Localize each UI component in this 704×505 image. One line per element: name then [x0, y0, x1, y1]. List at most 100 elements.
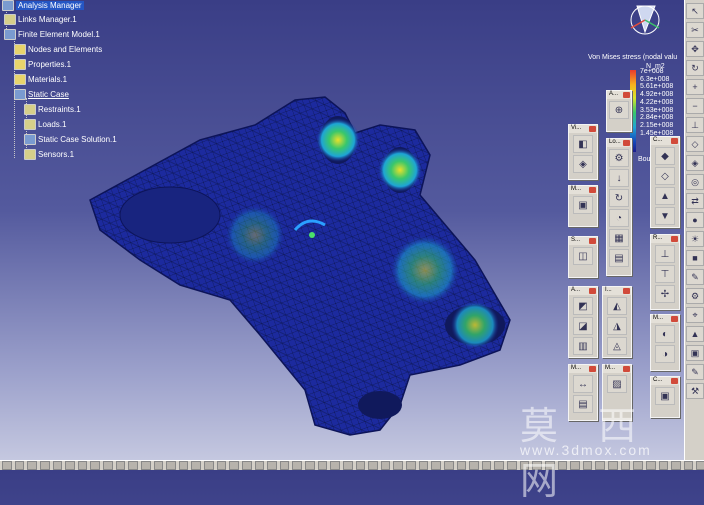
adapt-icon[interactable]: ◩: [573, 297, 593, 315]
moment-icon[interactable]: ↻: [609, 189, 629, 207]
image-icon[interactable]: ◧: [573, 135, 593, 153]
material-icon[interactable]: ●: [686, 212, 704, 228]
compute-icon[interactable]: ◫: [573, 247, 593, 265]
meshed-part-viewport[interactable]: [80, 85, 550, 465]
tree-label: Restraints.1: [38, 105, 81, 114]
toolbar-title: Lo...: [607, 139, 631, 147]
zoom-icon[interactable]: ⊕: [609, 101, 629, 119]
animate-icon[interactable]: ◈: [573, 155, 593, 173]
close-icon[interactable]: [623, 288, 630, 294]
displacement-icon[interactable]: ◬: [607, 337, 627, 355]
toolbar-restraints[interactable]: R... ⊥ ⊤ ✢: [650, 234, 680, 310]
toolbar-analysis[interactable]: A... ⊕: [606, 90, 632, 132]
material-icon[interactable]: ◑: [655, 345, 675, 363]
tree-node-analysis-manager[interactable]: Analysis Manager: [2, 0, 84, 11]
edit-icon[interactable]: ✎: [686, 364, 704, 380]
toolbar-solve[interactable]: S... ◫: [568, 236, 598, 278]
right-toolbar: ↖ ✂ ✥ ↻ + − ⊥ ◇ ◈ ◎ ⇄ ● ☀ ■ ✎ ⚙ ⌖ ▲ ▣ ✎ …: [684, 0, 704, 460]
tree-node-restraints[interactable]: Restraints.1: [24, 104, 81, 115]
tree-node-finite-element-model[interactable]: Finite Element Model.1: [4, 29, 100, 40]
close-icon[interactable]: [623, 366, 630, 372]
toolbar-connections[interactable]: C... ◆ ◇ ▲ ▼: [650, 136, 680, 228]
legend-title: Von Mises stress (nodal valu: [588, 54, 678, 61]
tree-node-sensors[interactable]: Sensors.1: [24, 149, 74, 160]
cut-icon[interactable]: ✂: [686, 22, 704, 38]
report-icon[interactable]: ▥: [573, 337, 593, 355]
close-icon[interactable]: [589, 288, 596, 294]
slider-icon[interactable]: ▼: [655, 207, 675, 225]
isostatic-icon[interactable]: ✢: [655, 285, 675, 303]
sketch-icon[interactable]: ✎: [686, 269, 704, 285]
lighting-icon[interactable]: ☀: [686, 231, 704, 247]
contact-icon[interactable]: ◇: [655, 167, 675, 185]
folder-icon: [14, 44, 26, 55]
distance-icon[interactable]: ↔: [573, 375, 593, 393]
tree-node-materials[interactable]: Materials.1: [14, 74, 67, 85]
close-icon[interactable]: [589, 126, 596, 132]
hide-icon[interactable]: ◎: [686, 174, 704, 190]
pressure-icon[interactable]: ⚙: [609, 149, 629, 167]
close-icon[interactable]: [623, 92, 630, 98]
close-icon[interactable]: [671, 316, 678, 322]
normal-view-icon[interactable]: ⊥: [686, 117, 704, 133]
fit-icon[interactable]: ▣: [686, 345, 704, 361]
zoom-in-icon[interactable]: +: [686, 79, 704, 95]
rotate-icon[interactable]: ↻: [686, 60, 704, 76]
analysis-icon: [2, 0, 14, 11]
fastened-icon[interactable]: ▲: [655, 187, 675, 205]
measure-icon[interactable]: ⌖: [686, 307, 704, 323]
clamp-icon[interactable]: ⊥: [655, 245, 675, 263]
tree-node-properties[interactable]: Properties.1: [14, 59, 71, 70]
analysis-tools-icon[interactable]: ⚙: [686, 288, 704, 304]
sensor-icon: [24, 149, 36, 160]
legend-value: 6.3e+008: [640, 75, 670, 83]
close-icon[interactable]: [623, 140, 630, 146]
orient-icon[interactable]: ▲: [686, 326, 704, 342]
bearing-icon[interactable]: ◔: [609, 209, 629, 227]
measure-icon[interactable]: ◪: [573, 317, 593, 335]
pivot-icon[interactable]: ⊤: [655, 265, 675, 283]
tree-label: Sensors.1: [38, 150, 75, 159]
toolbar-view[interactable]: Vi... ◧ ◈: [568, 124, 598, 180]
iso-view-icon[interactable]: ◇: [686, 136, 704, 152]
tree-node-static-case[interactable]: Static Case: [14, 89, 69, 100]
connection-icon[interactable]: ◆: [655, 147, 675, 165]
toolbar-adaptivity[interactable]: A... ◩ ◪ ▥: [568, 286, 598, 358]
tree-label: Static Case: [28, 90, 69, 99]
close-icon[interactable]: [671, 138, 678, 144]
legend-value: 2.84e+008: [640, 114, 674, 122]
swap-icon[interactable]: ⇄: [686, 193, 704, 209]
close-icon[interactable]: [671, 236, 678, 242]
compass-icon[interactable]: [615, 0, 675, 40]
folder-icon: [14, 59, 26, 70]
toolbar-image[interactable]: I... ◭ ◮ ◬: [602, 286, 632, 358]
load-icon: [24, 119, 36, 130]
tree-node-nodes-elements[interactable]: Nodes and Elements: [14, 44, 102, 55]
property-icon[interactable]: ◐: [655, 325, 675, 343]
force-icon[interactable]: ↓: [609, 169, 629, 187]
close-icon[interactable]: [589, 238, 596, 244]
close-icon[interactable]: [589, 366, 596, 372]
solution-icon: [24, 134, 36, 145]
close-icon[interactable]: [671, 378, 678, 384]
temperature-icon[interactable]: ▤: [609, 249, 629, 267]
part-body: [89, 96, 511, 436]
shading-icon[interactable]: ◈: [686, 155, 704, 171]
toolbar-model[interactable]: M... ◐ ◑: [650, 314, 680, 371]
acceleration-icon[interactable]: ▦: [609, 229, 629, 247]
legend-value: 7e+008: [640, 68, 664, 75]
sensor-icon[interactable]: ▨: [607, 375, 627, 393]
zoom-out-icon[interactable]: −: [686, 98, 704, 114]
tree-node-links-manager[interactable]: Links Manager.1: [4, 14, 77, 25]
close-icon[interactable]: [589, 187, 596, 193]
mesh-icon[interactable]: ▣: [573, 196, 593, 214]
toolbar-mesh[interactable]: M... ▣: [568, 185, 598, 227]
toolbar-loads[interactable]: Lo... ⚙ ↓ ↻ ◔ ▦ ▤: [606, 138, 632, 276]
stress-icon[interactable]: ◮: [607, 317, 627, 335]
tree-node-loads[interactable]: Loads.1: [24, 119, 66, 130]
select-icon[interactable]: ↖: [686, 3, 704, 19]
deformation-icon[interactable]: ◭: [607, 297, 627, 315]
pan-icon[interactable]: ✥: [686, 41, 704, 57]
toolbar-title: C...: [651, 137, 679, 145]
stop-icon[interactable]: ■: [686, 250, 704, 266]
